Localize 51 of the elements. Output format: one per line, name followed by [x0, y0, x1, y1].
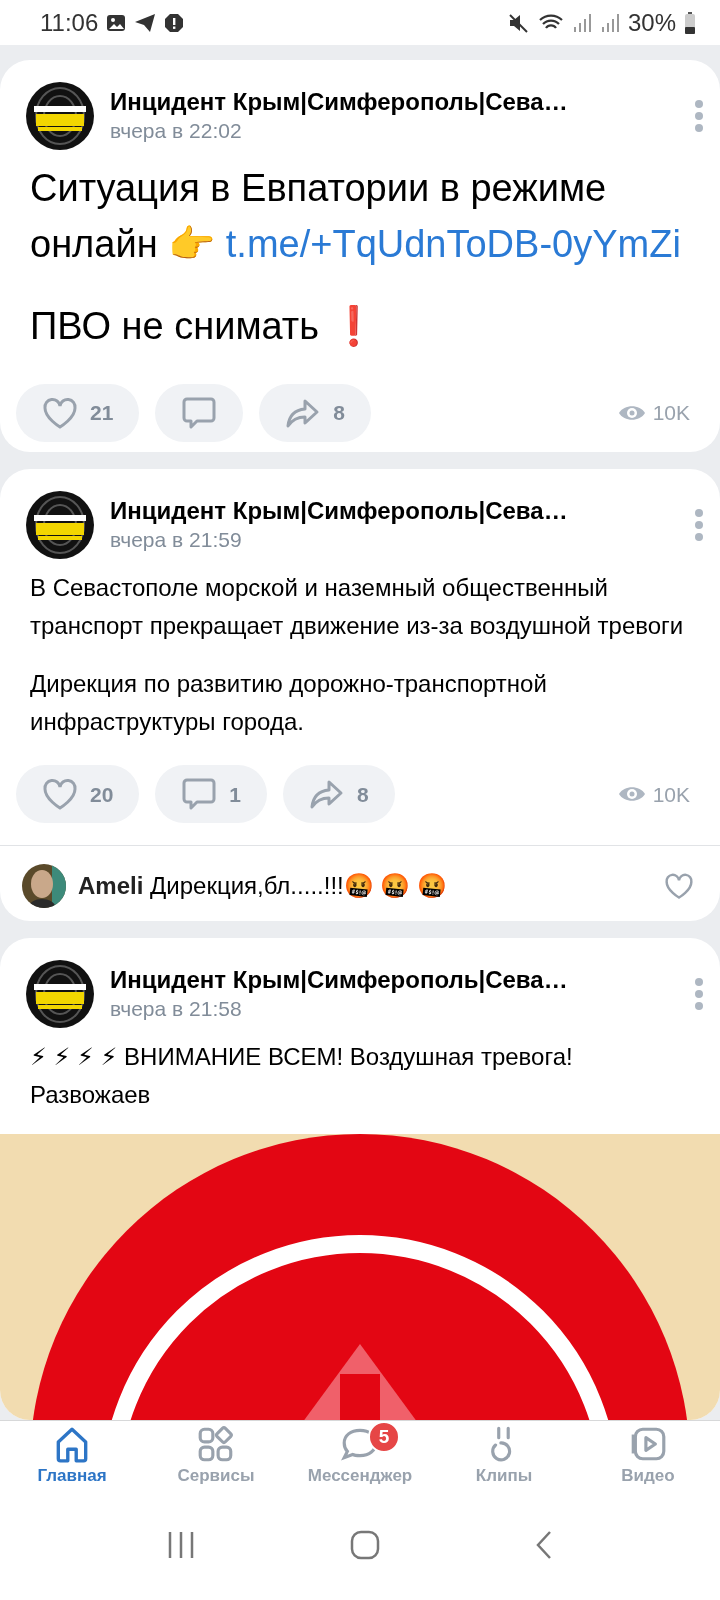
signal-icon [571, 12, 592, 33]
alert-icon [164, 12, 185, 33]
more-icon[interactable] [694, 508, 704, 543]
back-icon[interactable] [534, 1530, 553, 1560]
more-icon[interactable] [694, 99, 704, 133]
nav-tab[interactable]: Клипы [432, 1421, 576, 1500]
comment-text: Ameli Дирекция,бл.....!!!🤬 🤬 🤬 [78, 871, 449, 902]
like-button[interactable]: 21 [16, 384, 140, 442]
nav-tab[interactable]: Мессенджер 5 [288, 1421, 432, 1500]
battery-percent: 30% [627, 7, 676, 38]
share-button[interactable]: 8 [283, 765, 395, 824]
post-text: В Севастополе морской и наземный общественный транспорт прекращает движение из-за воздушной тревоги [30, 573, 685, 642]
post-text: ПВО не снимать ❗ [30, 304, 378, 349]
grid-icon [196, 1425, 236, 1463]
nav-tab[interactable]: Сервисы [144, 1421, 288, 1500]
author-name[interactable]: Инцидент Крым|Симферополь|Сева… [110, 965, 678, 996]
notification-badge: 5 [368, 1421, 400, 1453]
post-time: вчера в 21:58 [110, 996, 243, 1023]
clock: 11:06 [40, 7, 99, 38]
recent-apps-icon[interactable] [167, 1530, 196, 1560]
post-time: вчера в 22:02 [110, 118, 243, 144]
home-button-icon[interactable] [350, 1530, 380, 1560]
nav-tab[interactable]: Видео [576, 1421, 720, 1500]
post-text: ⚡ ⚡ ⚡ ⚡ ВНИМАНИЕ ВСЕМ! Воздушная тревога! Развожаев [30, 1042, 574, 1111]
comment-icon[interactable] [181, 396, 218, 430]
comment-button[interactable]: 1 [155, 765, 268, 824]
signal-icon [599, 12, 620, 33]
more-icon[interactable] [694, 977, 704, 1012]
link[interactable]: t.me/+TqUdnToDB-0yYmZi [225, 223, 681, 265]
mute-icon [507, 12, 530, 33]
community-avatar[interactable] [26, 491, 94, 560]
heart-icon[interactable] [42, 777, 78, 812]
author-name[interactable]: Инцидент Крым|Симферополь|Сева… [110, 87, 678, 117]
like-button[interactable]: 20 [16, 765, 140, 824]
view-count: 10K [652, 781, 690, 808]
post-text: Ситуация в Евпатории в режиме онлайн 👉 t.me/+TqUdnToDB-0yYmZi [30, 166, 682, 267]
battery-icon [684, 11, 696, 34]
heart-icon[interactable] [664, 872, 694, 901]
community-avatar[interactable] [26, 960, 94, 1029]
heart-icon[interactable] [42, 396, 78, 430]
post-time: вчера в 21:59 [110, 527, 243, 554]
post-text: Дирекция по развитию дорожно-транспортной инфраструктуры города. [30, 669, 548, 738]
share-button[interactable]: 8 [259, 384, 372, 442]
send-icon [134, 12, 157, 33]
image-icon [106, 12, 127, 33]
community-avatar[interactable] [26, 82, 94, 150]
comment-icon[interactable] [181, 777, 218, 812]
nav-tab[interactable]: Главная [0, 1421, 144, 1500]
commenter-avatar[interactable] [22, 864, 66, 909]
view-count: 10K [652, 400, 690, 427]
author-name[interactable]: Инцидент Крым|Симферополь|Сева… [110, 496, 678, 527]
